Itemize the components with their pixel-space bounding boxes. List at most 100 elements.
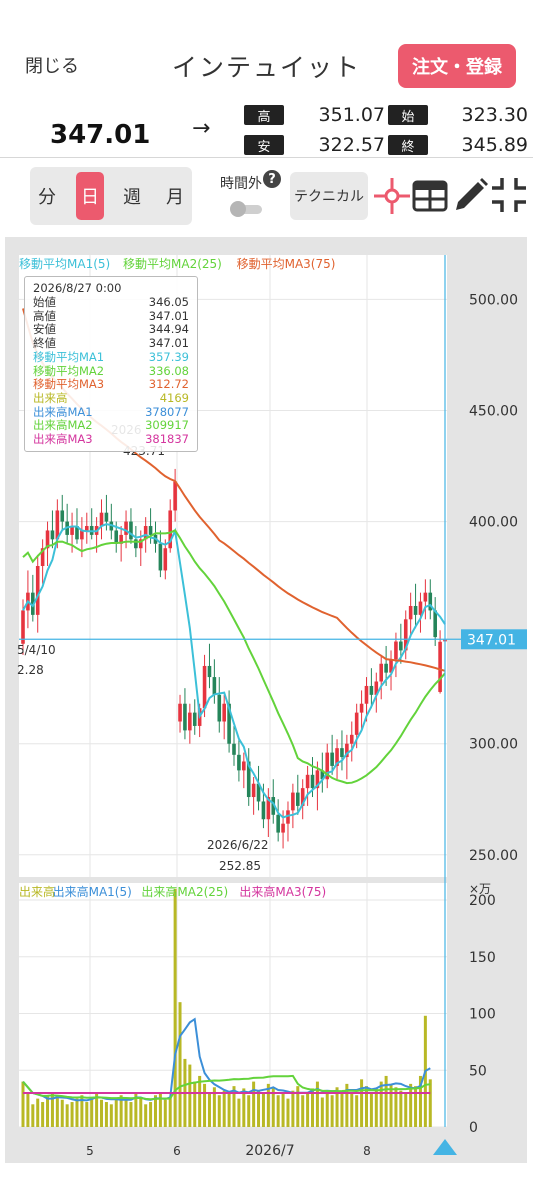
candle-body (359, 703, 364, 713)
volume-bar (114, 1097, 118, 1127)
candle-body (158, 543, 163, 571)
left-value-label: 2.28 (17, 663, 44, 677)
volume-bar (379, 1081, 383, 1127)
volume-bar (124, 1099, 128, 1127)
period-week-button[interactable]: 週 (118, 172, 146, 220)
volume-bar (291, 1090, 295, 1127)
price-tick-label: 300.00 (469, 737, 518, 753)
high-label: 高 (244, 105, 284, 125)
period-minute-button[interactable]: 分 (33, 172, 61, 220)
volume-bar (178, 1002, 182, 1127)
candle-body (438, 641, 442, 692)
candle-body (261, 801, 266, 820)
volume-bar (139, 1097, 143, 1127)
volume-bar (306, 1092, 310, 1127)
candle-body (222, 703, 226, 722)
volume-bar (60, 1099, 64, 1127)
period-day-button[interactable]: 日 (76, 172, 104, 220)
candle-body (251, 783, 256, 798)
volume-bar (222, 1090, 226, 1127)
candle-body (129, 521, 133, 540)
x-tick-label: 8 (363, 1144, 371, 1158)
volume-bar (203, 1083, 207, 1127)
candle-body (394, 641, 398, 660)
volume-bar (257, 1090, 261, 1127)
volume-bar (26, 1092, 30, 1127)
volume-bar (109, 1104, 113, 1127)
candle-body (310, 774, 315, 789)
ma-legend-item: 移動平均MA1(5) (19, 257, 110, 271)
help-icon[interactable]: ? (263, 170, 281, 188)
close-button[interactable]: 閉じる (25, 52, 79, 78)
volume-bar (325, 1092, 329, 1127)
candle-body (232, 743, 236, 755)
low-value-label: 252.85 (219, 859, 261, 873)
price-tick-label: 500.00 (469, 292, 518, 308)
candle-body (349, 734, 354, 744)
volume-bar (188, 1064, 192, 1127)
table-icon[interactable] (412, 178, 448, 214)
candle-body (163, 548, 168, 571)
technical-button[interactable]: テクニカル (290, 172, 368, 220)
volume-bar (193, 1081, 197, 1127)
x-tick-label: 6 (173, 1144, 181, 1158)
volume-bar (355, 1095, 359, 1127)
crosshair-icon[interactable] (372, 176, 412, 216)
candle-body (212, 677, 217, 695)
candle-body (104, 512, 109, 522)
volume-bar (85, 1102, 89, 1127)
candle-body (291, 792, 295, 811)
candle-body (237, 754, 241, 771)
x-tick-label: 2026/7 (245, 1143, 294, 1159)
volume-bar (360, 1079, 364, 1127)
fit-screen-icon[interactable] (490, 176, 528, 214)
low-date-label: 2026/6/22 (207, 838, 269, 852)
arrow-right-icon: → (192, 116, 211, 141)
volume-bar (286, 1098, 290, 1127)
volume-bar (153, 1095, 157, 1127)
candle-body (207, 665, 212, 678)
candle-body (330, 752, 334, 766)
candle-body (384, 663, 388, 673)
volume-bar (340, 1090, 344, 1127)
volume-bar (21, 1081, 25, 1127)
candle-body (188, 712, 192, 731)
volume-bar (311, 1088, 315, 1127)
volume-bar (168, 1097, 172, 1127)
volume-bar (163, 1099, 167, 1127)
volume-tick-label: 50 (469, 1063, 487, 1079)
candle-body (408, 605, 413, 620)
volume-bar (144, 1104, 148, 1127)
volume-bar (100, 1099, 104, 1127)
candle-body (399, 641, 403, 651)
order-register-button[interactable]: 注文・登録 (398, 44, 516, 88)
volume-bar (301, 1095, 305, 1127)
candle-body (114, 530, 119, 544)
volume-bar (237, 1098, 241, 1127)
low-value: 322.57 (318, 134, 385, 156)
volume-bar (227, 1092, 231, 1127)
period-month-button[interactable]: 月 (161, 172, 189, 220)
volume-bar (247, 1095, 251, 1127)
volume-bar (399, 1090, 403, 1127)
ma-legend-item: 移動平均MA3(75) (237, 257, 336, 271)
pen-icon[interactable] (452, 176, 488, 214)
volume-bar (374, 1088, 378, 1127)
after-hours-toggle[interactable] (228, 200, 266, 218)
volume-legend-item: 出来高 (19, 884, 55, 899)
volume-bar (70, 1102, 74, 1127)
candle-body (148, 526, 153, 535)
low-label: 安 (244, 135, 284, 155)
volume-bar (369, 1092, 373, 1127)
candle-body (418, 601, 423, 615)
candle-body (379, 663, 384, 682)
volume-bar (198, 1075, 202, 1127)
left-date-label: 5/4/10 (17, 643, 56, 657)
close-label: 終 (388, 135, 428, 155)
volume-bar (65, 1104, 69, 1127)
volume-bar (276, 1095, 280, 1127)
candle-body (178, 703, 182, 722)
after-hours-label: 時間外 (220, 176, 262, 192)
price-tick-label: 400.00 (469, 515, 518, 531)
volume-bar (242, 1088, 246, 1127)
